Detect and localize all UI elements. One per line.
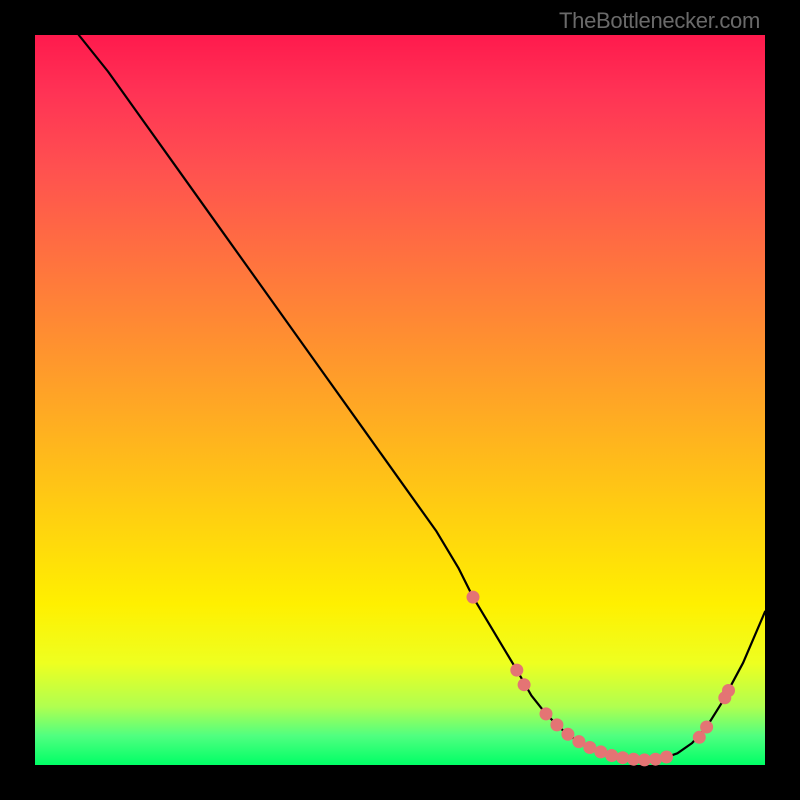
watermark-text: TheBottlenecker.com <box>559 8 760 34</box>
highlight-dot <box>616 751 629 764</box>
highlight-dot <box>660 751 673 764</box>
highlight-dot <box>605 749 618 762</box>
highlight-dot <box>467 591 480 604</box>
highlight-dot <box>518 678 531 691</box>
plot-area <box>35 35 765 765</box>
highlight-dot <box>540 707 553 720</box>
highlight-dot <box>561 728 574 741</box>
highlight-dot <box>550 718 563 731</box>
bottleneck-curve <box>79 35 765 760</box>
curve-svg <box>35 35 765 765</box>
chart-container: TheBottlenecker.com <box>0 0 800 800</box>
highlight-dot <box>722 684 735 697</box>
highlight-dots <box>467 591 736 767</box>
highlight-dot <box>700 721 713 734</box>
highlight-dot <box>649 753 662 766</box>
highlight-dot <box>510 664 523 677</box>
